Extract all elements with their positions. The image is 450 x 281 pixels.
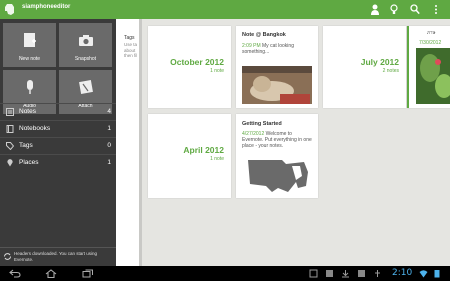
- wifi-icon: [419, 270, 428, 278]
- sidebar-item-label: Notes: [19, 108, 36, 115]
- tile-label: New note: [18, 56, 41, 62]
- tile-label: Snapshot: [74, 56, 97, 62]
- account-title[interactable]: siamphoneeditor: [22, 4, 70, 10]
- status-clock[interactable]: 2:10: [392, 268, 412, 278]
- note-snippet: 2:09 PM My cat looking something...: [242, 43, 322, 55]
- sidebar-item-label: Places: [19, 159, 39, 166]
- microphone-icon: [27, 80, 33, 94]
- month-group-card[interactable]: October 2012 1 note: [148, 26, 231, 108]
- sidebar: New note Snapshot Audio Attach Notes 4 N…: [0, 19, 116, 266]
- home-icon[interactable]: [45, 269, 57, 278]
- note-card[interactable]: Getting Started 4/27/2012 Welcome to Eve…: [236, 114, 318, 198]
- plant-photo-thumbnail: [416, 48, 450, 104]
- evernote-elephant-icon[interactable]: [4, 3, 15, 16]
- image-notification-icon: [326, 270, 333, 277]
- camera-icon: [79, 35, 93, 46]
- place-pin-icon: [7, 159, 13, 167]
- sync-status: Headers downloaded. You can start using …: [0, 247, 116, 267]
- note-heading: ภาษ: [427, 30, 436, 35]
- attachment-icon: [79, 80, 93, 94]
- group-month: July 2012: [360, 57, 399, 67]
- system-navigation-bar: 2:10: [0, 266, 450, 281]
- lightbulb-icon[interactable]: [389, 4, 399, 15]
- notebook-icon: [6, 125, 14, 133]
- overflow-menu-icon[interactable]: [433, 4, 439, 15]
- screenshot-notification-icon: [309, 269, 318, 278]
- group-count: 2 notes: [382, 68, 399, 74]
- evernote-elephant-thumbnail: [242, 158, 314, 194]
- peek-title: Tags: [124, 35, 135, 41]
- note-title: Note @ Bangkok: [242, 32, 286, 38]
- sidebar-item-count: 1: [107, 125, 111, 132]
- notes-icon: [6, 108, 14, 116]
- group-count: 1 note: [210, 156, 224, 162]
- note-snippet: 4/27/2012 Welcome to Evernote. Put every…: [242, 131, 314, 149]
- notes-grid: October 2012 1 note Note @ Bangkok 2:09 …: [142, 19, 450, 266]
- group-month: October 2012: [170, 57, 224, 67]
- sidebar-item-places[interactable]: Places 1: [0, 154, 116, 171]
- note-title: Getting Started: [242, 121, 282, 127]
- sidebar-item-label: Notebooks: [19, 125, 51, 132]
- usb-notification-icon: [375, 270, 380, 277]
- peek-text: Use ta about then fil: [124, 42, 138, 58]
- group-count: 1 note: [210, 68, 224, 74]
- sidebar-item-notes[interactable]: Notes 4: [0, 103, 116, 120]
- sidebar-item-label: Tags: [19, 142, 33, 149]
- month-group-card[interactable]: April 2012 1 note: [148, 114, 231, 198]
- new-note-button[interactable]: New note: [3, 23, 56, 67]
- sidebar-item-count: 0: [107, 142, 111, 149]
- new-note-icon: [24, 33, 36, 47]
- sidebar-item-tags[interactable]: Tags 0: [0, 137, 116, 154]
- sync-icon: [4, 253, 11, 260]
- sidebar-item-notebooks[interactable]: Notebooks 1: [0, 120, 116, 137]
- sync-status-text: Headers downloaded. You can start using …: [14, 251, 98, 262]
- action-bar: siamphoneeditor: [0, 0, 450, 19]
- sidebar-item-count: 4: [107, 108, 111, 115]
- tags-peek-panel[interactable]: Tags Use ta about then fil: [116, 19, 142, 266]
- search-icon[interactable]: [410, 4, 420, 15]
- recent-apps-icon[interactable]: [82, 269, 94, 278]
- back-icon[interactable]: [9, 269, 21, 278]
- snapshot-button[interactable]: Snapshot: [59, 23, 112, 67]
- sidebar-nav: Notes 4 Notebooks 1 Tags 0 Places 1: [0, 103, 116, 171]
- image-notification-icon: [358, 270, 365, 277]
- battery-icon: [434, 270, 440, 278]
- account-icon[interactable]: [370, 4, 380, 15]
- tag-icon: [6, 142, 14, 150]
- quick-actions: New note Snapshot Audio Attach: [3, 23, 113, 115]
- note-card[interactable]: Note @ Bangkok 2:09 PM My cat looking so…: [236, 26, 318, 108]
- group-month: April 2012: [183, 145, 224, 155]
- note-card-partial[interactable]: ภาษ 7/30/2012: [407, 26, 450, 108]
- month-group-card[interactable]: July 2012 2 notes: [323, 26, 406, 108]
- cat-photo-thumbnail: [242, 66, 312, 104]
- note-date: 7/30/2012: [419, 40, 442, 46]
- download-notification-icon: [342, 270, 349, 278]
- sidebar-item-count: 1: [107, 159, 111, 166]
